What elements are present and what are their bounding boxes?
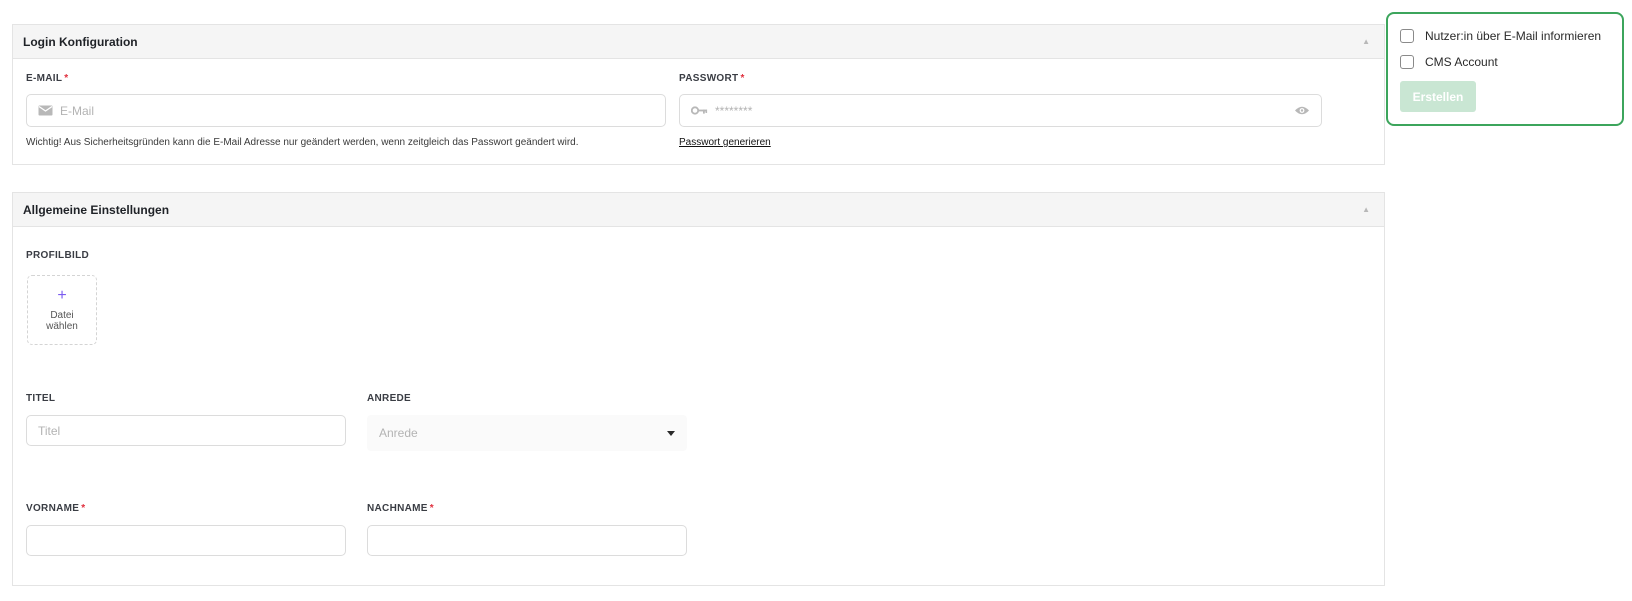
create-options-panel: Nutzer:in über E-Mail informieren CMS Ac… [1386,12,1624,126]
password-label: PASSWORT * [679,73,745,84]
eye-icon[interactable] [1294,105,1310,116]
notify-user-checkbox-row[interactable]: Nutzer:in über E-Mail informieren [1400,29,1601,43]
required-marker: * [64,73,69,84]
login-config-header[interactable]: Login Konfiguration ▲ [13,25,1384,59]
create-button[interactable]: Erstellen [1400,81,1476,112]
required-marker: * [429,503,434,514]
last-name-field[interactable] [367,525,687,556]
generate-password-link[interactable]: Passwort generieren [679,137,771,148]
dropdown-arrow-icon [667,430,675,436]
first-name-field[interactable] [26,525,346,556]
last-name-label: NACHNAME * [367,503,434,514]
required-marker: * [81,503,86,514]
login-config-title: Login Konfiguration [23,34,138,49]
general-settings-header[interactable]: Allgemeine Einstellungen ▲ [13,193,1384,227]
general-settings-title: Allgemeine Einstellungen [23,202,170,217]
general-settings-card: Allgemeine Einstellungen ▲ PROFILBILD + … [12,192,1385,586]
title-field[interactable]: Titel [26,415,346,446]
notify-user-label: Nutzer:in über E-Mail informieren [1425,29,1602,43]
collapse-caret-icon[interactable]: ▲ [1362,205,1370,214]
notify-user-checkbox[interactable] [1400,29,1414,43]
cms-account-checkbox-row[interactable]: CMS Account [1400,55,1498,69]
salutation-select[interactable]: Anrede [367,415,687,451]
title-placeholder: Titel [38,423,61,438]
cms-account-label: CMS Account [1425,55,1498,69]
salutation-placeholder: Anrede [379,426,418,440]
required-marker: * [740,73,745,84]
mail-icon [38,105,53,116]
plus-icon: + [57,287,67,304]
collapse-caret-icon[interactable]: ▲ [1362,37,1370,46]
salutation-label: ANREDE [367,393,412,404]
title-label: TITEL [26,393,56,404]
email-label: E-MAIL * [26,73,69,84]
cms-account-checkbox[interactable] [1400,55,1414,69]
email-placeholder: E-Mail [60,103,95,118]
key-icon [691,106,708,115]
password-field[interactable]: ******** [679,94,1322,127]
password-placeholder: ******** [715,103,753,118]
profile-image-label: PROFILBILD [26,250,89,261]
email-field[interactable]: E-Mail [26,94,666,127]
email-help-text: Wichtig! Aus Sicherheitsgründen kann die… [26,137,579,148]
first-name-label: VORNAME * [26,503,86,514]
profile-image-upload[interactable]: + Datei wählen [27,275,97,345]
upload-label: Datei wählen [46,310,78,332]
login-config-card: Login Konfiguration ▲ E-MAIL * E-Mail Wic… [12,24,1385,165]
